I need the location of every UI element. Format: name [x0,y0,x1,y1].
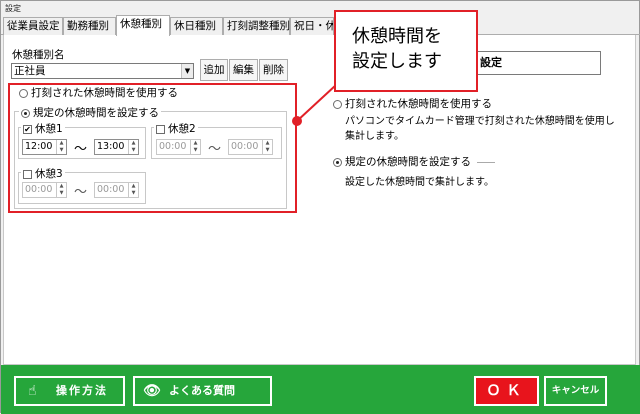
right-desc-recorded-2: 集計します。 [345,131,404,142]
eye-icon: 👁 [143,383,161,399]
break-type-select-value: 正社員 [14,65,46,77]
right-heading: 設定 [480,56,502,69]
tab-bar: 従業員設定 勤務種別 休憩種別 休日種別 打刻調整種別 祝日・休 [1,15,640,36]
tab-holiday-type[interactable]: 休日種別 [170,17,223,35]
tab-employee-settings[interactable]: 従業員設定 [3,17,63,35]
right-radio-use-preset-label: 規定の休憩時間を設定する [345,156,471,168]
settings-window: 設定 従業員設定 勤務種別 休憩種別 休日種別 打刻調整種別 祝日・休 休憩種別… [0,0,640,414]
ok-button[interactable]: ＯＫ [474,376,539,406]
hand-pointer-icon: ☝ [28,383,37,399]
howto-label: 操作方法 [56,384,108,397]
delete-button[interactable]: 削除 [259,59,288,81]
faq-button[interactable]: 👁 よくある質問 [133,376,272,406]
callout-connector [292,84,337,126]
faq-label: よくある質問 [169,384,235,397]
connector-line [296,84,337,122]
footer-bar: ☝ 操作方法 👁 よくある質問 ＯＫ キャンセル [1,365,640,414]
right-desc-preset: 設定した休憩時間で集計します。 [345,177,494,188]
howto-button[interactable]: ☝ 操作方法 [14,376,125,406]
edit-button[interactable]: 編集 [229,59,258,81]
right-heading-box: 設定 [471,51,601,75]
cancel-button[interactable]: キャンセル [544,376,607,406]
window-title: 設定 [5,4,21,13]
tab-work-type[interactable]: 勤務種別 [63,17,116,35]
right-radio-use-recorded[interactable]: 打刻された休憩時間を使用する [333,96,492,111]
break-type-select[interactable]: 正社員 ▼ [11,63,194,79]
right-desc-recorded-1: パソコンでタイムカード管理で打刻された休憩時間を使用し [345,116,615,127]
tab-public-holiday[interactable]: 祝日・休 [290,17,334,35]
tab-break-type[interactable]: 休憩種別 [116,15,170,36]
divider-line [477,161,495,163]
add-button[interactable]: 追加 [200,59,228,81]
right-radio-use-recorded-label: 打刻された休憩時間を使用する [345,98,492,110]
break-type-name-label: 休憩種別名 [12,49,65,61]
combo-arrow-icon[interactable]: ▼ [181,64,193,78]
callout-box: 休憩時間を 設定します [334,10,478,92]
highlight-box [8,83,297,213]
right-radio-use-preset[interactable]: 規定の休憩時間を設定する [333,154,495,169]
tab-stamp-adjust-type[interactable]: 打刻調整種別 [223,17,290,35]
